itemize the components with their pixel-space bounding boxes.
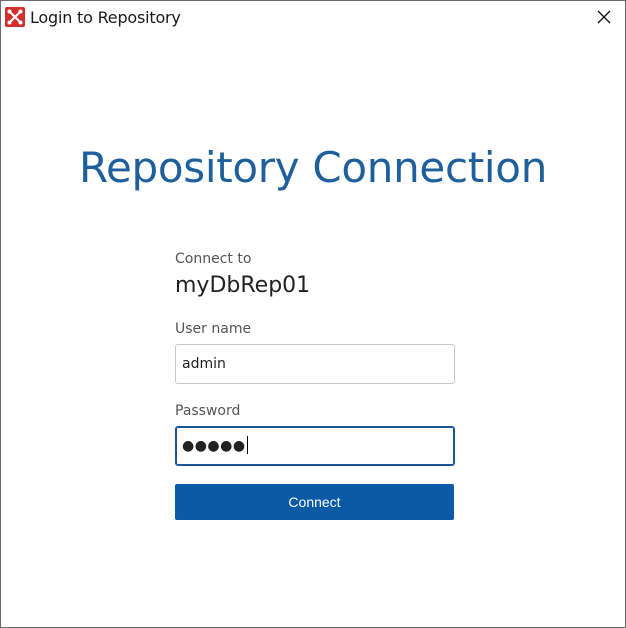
repository-app-icon <box>5 7 25 27</box>
page-title: Repository Connection <box>78 143 548 192</box>
password-label: Password <box>175 403 241 419</box>
connect-to-label: Connect to <box>175 251 252 267</box>
window-title: Login to Repository <box>30 8 181 27</box>
password-masked-value: ●●●●● <box>182 438 246 454</box>
text-caret <box>246 436 248 454</box>
username-label: User name <box>175 321 252 337</box>
close-button[interactable] <box>581 1 625 33</box>
repository-name: myDbRep01 <box>175 273 311 298</box>
password-field[interactable]: ●●●●● <box>175 426 455 466</box>
login-dialog: Login to Repository Repository Connectio… <box>0 0 626 628</box>
title-bar[interactable]: Login to Repository <box>1 1 625 33</box>
close-icon <box>597 10 611 24</box>
username-field[interactable]: admin <box>175 344 455 384</box>
username-value: admin <box>182 356 226 372</box>
connect-button[interactable]: Connect <box>175 484 454 520</box>
